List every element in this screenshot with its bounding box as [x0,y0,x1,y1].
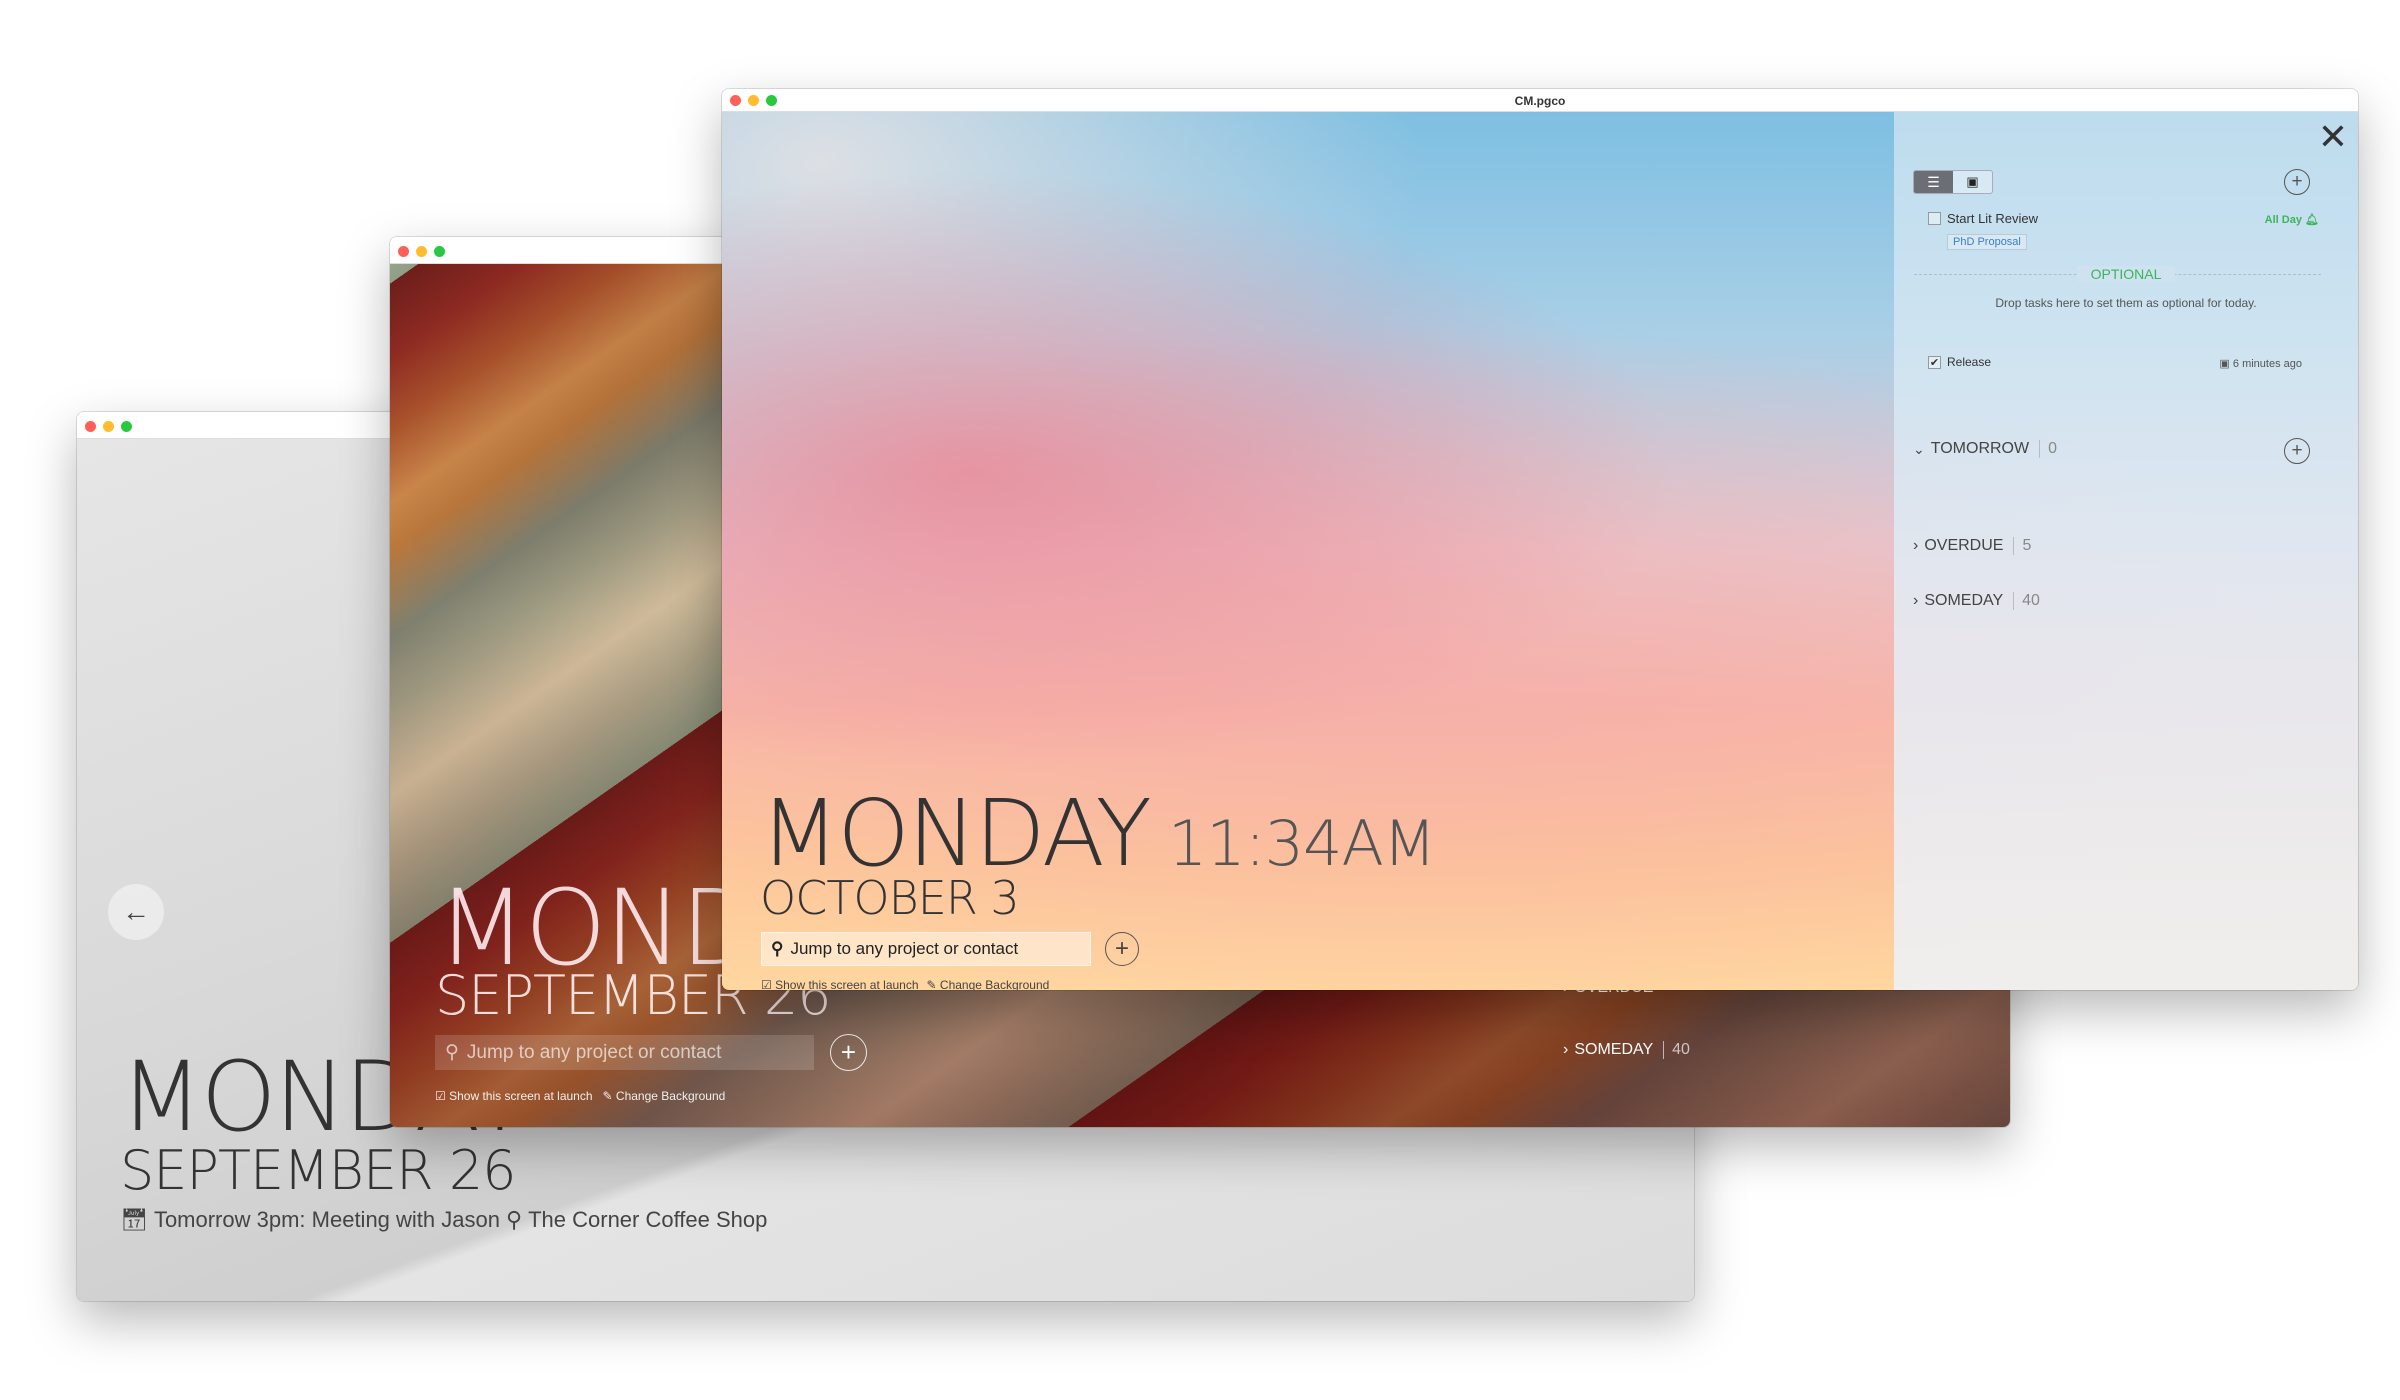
map-marker-icon: ⚲ [505,1207,523,1232]
minimize-button[interactable] [103,421,114,432]
close-icon[interactable]: ✕ [2318,120,2348,156]
project-tag[interactable]: PhD Proposal [1947,234,2027,250]
add-button[interactable]: + [830,1034,867,1071]
next-event[interactable]: 📅︎ Tomorrow 3pm: Meeting with Jason ⚲ Th… [120,1207,767,1233]
list-icon[interactable]: ☰ [1914,171,1953,193]
show-at-launch-checkbox[interactable]: ☑ Show this screen at launch [435,1089,593,1103]
close-button[interactable] [85,421,96,432]
chevron-right-icon: › [1563,1041,1569,1058]
view-toggle: ☰ ▣ [1913,170,1993,194]
date-heading: SEPTEMBER 26 [120,1139,517,1202]
close-button[interactable] [398,246,409,257]
section-overdue[interactable]: › OVERDUE 5 [1913,537,2031,555]
section-tomorrow[interactable]: ⌄ TOMORROW 0 [1913,440,2057,458]
section-someday[interactable]: › SOMEDAY 40 [1563,1041,1690,1059]
show-at-launch-checkbox[interactable]: ☑ Show this screen at launch [761,978,919,990]
optional-dropzone[interactable]: Drop tasks here to set them as optional … [1894,296,2358,310]
optional-label: OPTIONAL [2076,266,2176,282]
front-window: CM.pgco MONDAY 11:34AM OCTOBER 3 ⚲ Jump t… [722,89,2358,990]
arrow-left-icon[interactable]: ← [108,884,164,940]
completed-time: ▣ 6 minutes ago [2219,358,2302,370]
search-placeholder: Jump to any project or contact [466,1041,722,1063]
event-text: Tomorrow 3pm: Meeting with Jason [153,1207,500,1232]
title-bar: CM.pgco [722,89,2358,112]
search-input[interactable]: ⚲ Jump to any project or contact [435,1035,814,1070]
search-placeholder: Jump to any project or contact [790,939,1019,958]
task-item[interactable]: Start Lit Review [1928,211,2038,226]
chevron-right-icon: › [1913,537,1919,554]
search-input[interactable]: ⚲ Jump to any project or contact [761,932,1091,966]
task-panel: ✕ ☰ ▣ + Start Lit Review PhD Proposal Al… [1894,112,2358,990]
calendar-check-icon: ▣ [2219,358,2230,370]
section-someday[interactable]: › SOMEDAY 40 [1913,592,2040,610]
time-display: 11:34AM [1167,807,1437,880]
search-icon: ⚲ [771,939,784,958]
zoom-button[interactable] [434,246,445,257]
change-background-link[interactable]: ✎ Change Background [603,1089,726,1103]
bell-icon: 🔔︎ [2305,214,2319,226]
add-button[interactable]: + [1105,932,1139,966]
event-location: The Corner Coffee Shop [528,1207,768,1232]
zoom-button[interactable] [121,421,132,432]
window-content: MONDAY 11:34AM OCTOBER 3 ⚲ Jump to any pr… [722,112,2358,990]
task-checkbox-checked[interactable]: ✔ [1928,355,1941,369]
completed-task[interactable]: ✔ Release [1928,355,1991,369]
minimize-button[interactable] [416,246,427,257]
change-background-link[interactable]: ✎ Change Background [927,978,1050,990]
chevron-right-icon: › [1913,592,1919,609]
add-task-button[interactable]: + [2284,169,2310,195]
date-heading: OCTOBER 3 [760,871,1020,925]
chevron-down-icon: ⌄ [1913,440,1925,457]
calendar-icon[interactable]: ▣ [1953,171,1992,193]
task-when: All Day 🔔︎ [2264,214,2319,226]
task-checkbox[interactable] [1928,212,1941,225]
add-tomorrow-button[interactable]: + [2284,438,2310,464]
window-title: CM.pgco [1514,94,1566,108]
day-heading: MONDAY [760,780,1152,887]
calendar-icon: 📅︎ [120,1207,148,1232]
search-icon: ⚲ [445,1042,459,1063]
